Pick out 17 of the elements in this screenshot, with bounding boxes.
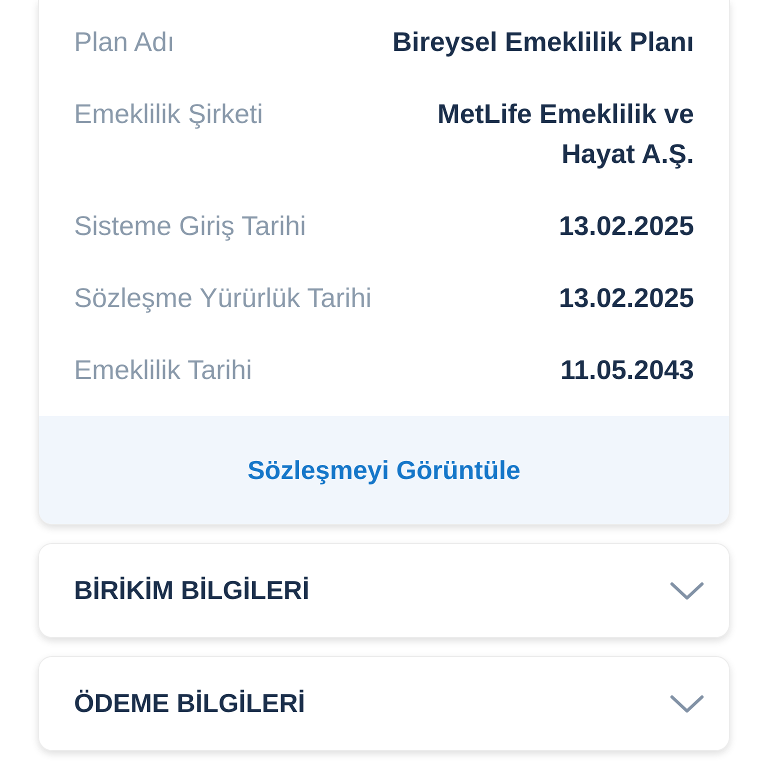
accordion-header[interactable]: BİRİKİM BİLGİLERİ <box>38 543 730 638</box>
detail-label: Sisteme Giriş Tarihi <box>74 210 306 243</box>
detail-value: Bireysel Emeklilik Planı <box>392 26 694 59</box>
chevron-icon <box>670 580 704 600</box>
detail-value: 13.02.2025 <box>558 210 694 243</box>
detail-label: Sözleşme Yürürlük Tarihi <box>74 282 372 315</box>
detail-value: 13.02.2025 <box>558 282 694 315</box>
detail-value: MetLife Emeklilik ve Hayat A.Ş. <box>436 98 694 171</box>
detail-value: 11.05.2043 <box>560 354 694 387</box>
detail-label: Emeklilik Şirketi <box>74 98 264 131</box>
detail-label: Emeklilik Tarihi <box>74 354 252 387</box>
view-contract-button[interactable]: Sözleşmeyi Görüntüle <box>39 416 729 524</box>
accordion-header[interactable]: ÖDEME BİLGİLERİ <box>38 656 730 751</box>
detail-label: Plan Adı <box>74 26 175 59</box>
chevron-icon <box>670 694 704 714</box>
section-title: BİRİKİM BİLGİLERİ <box>74 575 310 606</box>
section-title: ÖDEME BİLGİLERİ <box>74 688 306 719</box>
